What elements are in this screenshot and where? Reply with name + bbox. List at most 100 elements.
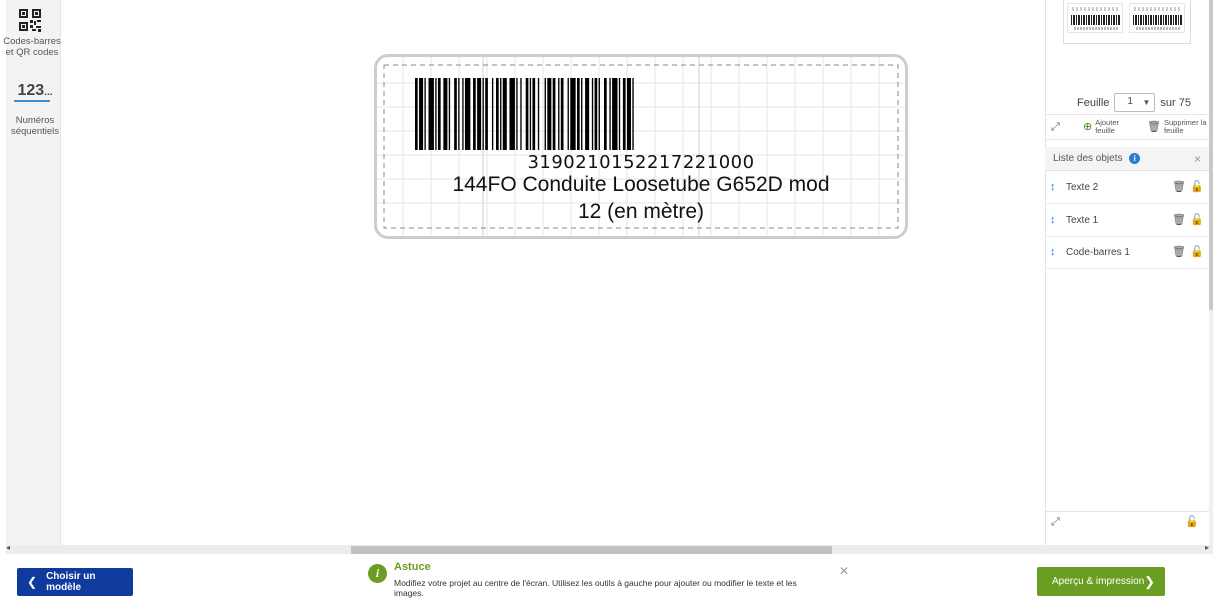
preview-print-button[interactable]: Aperçu & impression ❯ (1037, 567, 1165, 596)
lock-icon[interactable]: 🔓 (1190, 180, 1204, 193)
vertical-scroll-thumb[interactable] (1209, 0, 1213, 310)
close-icon[interactable]: × (1194, 152, 1201, 166)
barcode-bar (500, 78, 502, 150)
add-sheet-label-2: feuille (1095, 126, 1115, 135)
barcode-bar (448, 78, 451, 150)
label-text-line-2[interactable]: 12 (en mètre) (396, 200, 886, 224)
horizontal-scroll-thumb[interactable] (351, 546, 832, 554)
barcode-bar (502, 78, 507, 150)
sequential-number-text: 123 (17, 82, 45, 99)
sheet-preview-label (1067, 3, 1123, 33)
barcode-bar (567, 78, 569, 150)
barcode-bar (609, 78, 611, 150)
sheet-label: Feuille (1077, 96, 1110, 109)
drag-handle-icon[interactable]: ↕ (1050, 181, 1056, 193)
barcode-bar (591, 78, 594, 150)
barcodes-tool[interactable]: Codes-barres et QR codes (3, 0, 64, 58)
object-name: Code-barres 1 (1066, 247, 1130, 258)
add-sheet-label: Ajouter feuille (1095, 119, 1119, 135)
object-name: Texte 1 (1066, 215, 1099, 226)
horizontal-scrollbar[interactable]: ◂ ▸ (6, 543, 1213, 554)
trash-icon[interactable]: 🗑 (1172, 245, 1186, 258)
lock-icon[interactable]: 🔓 (1190, 213, 1204, 226)
barcode-bar (558, 78, 560, 150)
expand-icon[interactable]: ⤢ (1051, 121, 1060, 134)
label-editor-app: Codes-barres et QR codes 123... Numéros … (0, 0, 1213, 601)
barcodes-tool-label-1: Codes-barres (3, 36, 61, 47)
trash-icon: 🗑 (1147, 121, 1161, 133)
label-card[interactable]: 3190210152217221000 144FO Conduite Loose… (374, 54, 908, 239)
add-sheet-button[interactable]: ⊕ Ajouter feuille (1083, 119, 1119, 135)
close-icon[interactable]: ✕ (839, 564, 849, 578)
barcode-bar (585, 78, 590, 150)
object-item-code-barres-1[interactable]: ↕ Code-barres 1 🗑 🔓 (1045, 237, 1213, 269)
barcode-graphic[interactable] (415, 78, 850, 150)
add-sheet-icon: ⊕ (1083, 121, 1093, 133)
barcode-bar (577, 78, 580, 150)
delete-sheet-label: Supprimer la feuille (1164, 119, 1207, 135)
tip-info-icon: i (368, 564, 387, 583)
barcode-bar (428, 78, 434, 150)
objects-list-title: Liste des objets (1053, 153, 1123, 164)
barcode-bar (544, 78, 546, 150)
barcode-bar (570, 78, 576, 150)
expand-icon[interactable]: ⤢ (1051, 516, 1060, 529)
sequential-number-icon: 123... (6, 82, 64, 99)
barcode-bar (509, 78, 515, 150)
qr-code-icon (19, 9, 41, 32)
barcode-bar (485, 78, 488, 150)
barcode-bar (437, 78, 441, 150)
sheet-navigator: Feuille 1 ▼ sur 75 (1077, 93, 1191, 112)
vertical-scrollbar[interactable] (1209, 0, 1213, 545)
tip-body: Modifiez votre projet au centre de l'écr… (394, 578, 797, 598)
barcode-bar (491, 78, 494, 150)
scroll-left-arrow[interactable]: ◂ (6, 543, 10, 552)
choose-model-button[interactable]: ❮ Choisir un modèle (17, 568, 133, 596)
barcode-bar (419, 78, 424, 150)
barcode-bar (604, 78, 607, 150)
choose-model-label: Choisir un modèle (46, 571, 96, 593)
sheet-select[interactable]: 1 ▼ (1114, 93, 1156, 112)
info-icon[interactable]: i (1129, 153, 1141, 164)
sequential-tool-label-2: séquentiels (10, 126, 60, 137)
lock-icon[interactable]: 🔓 (1185, 515, 1199, 528)
sequential-numbers-tool[interactable]: 123... Numéros séquentiels (6, 82, 64, 138)
right-panel (1045, 0, 1213, 545)
chevron-left-icon: ❮ (27, 575, 38, 589)
drag-handle-icon[interactable]: ↕ (1050, 246, 1056, 258)
barcode-bar (618, 78, 621, 150)
barcode-bar (520, 78, 522, 150)
barcode-bar (443, 78, 448, 150)
sheet-current-value: 1 (1127, 96, 1133, 107)
barcode-bar (529, 78, 532, 150)
trash-icon[interactable]: 🗑 (1172, 213, 1186, 226)
barcode-bar (632, 78, 634, 150)
barcode-bar (458, 78, 460, 150)
trash-icon[interactable]: 🗑 (1172, 180, 1186, 193)
label-text-line-1[interactable]: 144FO Conduite Loosetube G652D mod (396, 173, 886, 197)
barcode-bar (525, 78, 529, 150)
barcode-bar (532, 78, 536, 150)
delete-sheet-label-2: feuille (1163, 126, 1184, 135)
barcode-number-text[interactable]: 3190210152217221000 (377, 152, 905, 173)
sheet-preview[interactable] (1063, 0, 1191, 44)
sheet-preview-label (1129, 3, 1185, 33)
barcode-bar (496, 78, 499, 150)
barcode-bar (594, 78, 598, 150)
barcode-bar (537, 78, 540, 150)
lock-icon[interactable]: 🔓 (1190, 245, 1204, 258)
barcode-bar (462, 78, 464, 150)
barcode-bar (626, 78, 631, 150)
barcode-bar (477, 78, 482, 150)
sequential-number-dots: ... (44, 87, 53, 98)
scroll-right-arrow[interactable]: ▸ (1205, 543, 1209, 552)
drag-handle-icon[interactable]: ↕ (1050, 214, 1056, 226)
object-item-texte-1[interactable]: ↕ Texte 1 🗑 🔓 (1045, 205, 1213, 237)
barcode-bar (516, 78, 518, 150)
barcode-bar (424, 78, 426, 150)
object-item-texte-2[interactable]: ↕ Texte 2 🗑 🔓 (1045, 172, 1213, 204)
delete-sheet-button[interactable]: 🗑 Supprimer la feuille (1147, 119, 1207, 135)
dropdown-caret-icon: ▼ (1142, 98, 1151, 107)
barcode-bar (581, 78, 583, 150)
preview-print-label: Aperçu & impression (1052, 576, 1145, 587)
